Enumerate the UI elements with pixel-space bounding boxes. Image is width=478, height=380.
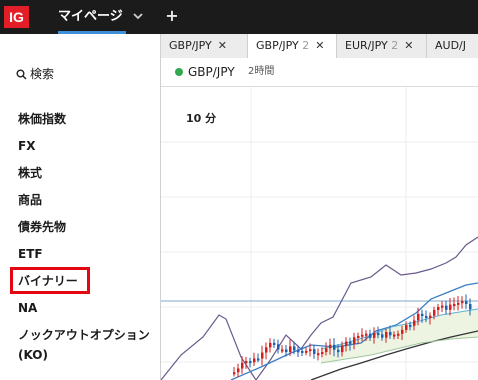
candle-body: [421, 313, 424, 317]
candle-body: [469, 303, 472, 310]
candle-body: [317, 353, 320, 356]
search-icon: [16, 69, 27, 79]
candle-body: [273, 342, 276, 345]
sidebar-item-binary[interactable]: バイナリー: [18, 273, 78, 289]
candle-body: [341, 345, 344, 353]
candle-body: [377, 333, 380, 336]
candle-body: [345, 341, 348, 346]
candle-body: [281, 349, 284, 352]
tab-label: GBP/JPY: [256, 39, 299, 52]
tab-label: EUR/JPY: [345, 39, 388, 52]
candle-body: [257, 358, 260, 361]
close-icon[interactable]: ✕: [218, 39, 227, 52]
candle-body: [393, 334, 396, 337]
candle-body: [361, 334, 364, 337]
candle-body: [253, 358, 256, 363]
candle-body: [357, 335, 360, 338]
candle-body: [453, 303, 456, 306]
tab-audjpy[interactable]: AUD/J: [427, 34, 478, 58]
candle-body: [381, 334, 384, 338]
candle-body: [465, 301, 468, 304]
candlestick-chart[interactable]: [161, 87, 478, 380]
candle-body: [233, 372, 236, 375]
chart-period[interactable]: 2時間: [248, 65, 274, 79]
chart-tab-bar: GBP/JPY ✕ GBP/JPY 2 ✕ EUR/JPY 2 ✕ AUD/J: [161, 34, 478, 59]
candle-body: [433, 310, 436, 316]
price-chart[interactable]: 10 分: [161, 87, 478, 380]
close-icon[interactable]: ✕: [404, 39, 413, 52]
sidebar-item-fx[interactable]: FX: [18, 138, 35, 154]
tab-gbpjpy-1[interactable]: GBP/JPY ✕: [161, 34, 248, 58]
candle-body: [325, 348, 328, 353]
candle-body: [417, 313, 420, 321]
candle-body: [425, 316, 428, 319]
lagging-span-line: [161, 236, 478, 380]
chart-info-bar: GBP/JPY 2時間: [161, 58, 478, 87]
sidebar-item-etf[interactable]: ETF: [18, 246, 43, 262]
candle-body: [245, 361, 248, 364]
candle-body: [429, 315, 432, 319]
ig-logo[interactable]: IG: [4, 6, 29, 28]
candle-body: [353, 337, 356, 344]
candle-body: [301, 350, 304, 353]
market-open-status-icon: [175, 68, 183, 76]
candle-body: [237, 368, 240, 373]
tab-eurjpy[interactable]: EUR/JPY 2 ✕: [337, 34, 427, 58]
candle-body: [337, 349, 340, 353]
candle-body: [329, 344, 332, 349]
candle-body: [441, 305, 444, 308]
sidebar-item-bond-futures[interactable]: 債券先物: [18, 219, 66, 235]
sidebar-item-knockout-options[interactable]: ノックアウトオプション: [18, 327, 150, 343]
candle-body: [389, 331, 392, 336]
candle-body: [241, 362, 244, 369]
candle-body: [397, 333, 400, 336]
instrument-name: GBP/JPY: [188, 65, 235, 79]
candle-body: [445, 305, 448, 310]
sidebar-item-indices[interactable]: 株価指数: [18, 111, 66, 127]
sidebar-item-na[interactable]: NA: [18, 300, 37, 316]
add-page-button[interactable]: +: [164, 5, 180, 27]
candle-body: [461, 301, 464, 304]
candle-body: [309, 349, 312, 352]
candle-body: [297, 350, 300, 353]
tab-label: GBP/JPY: [169, 39, 212, 52]
candle-body: [249, 361, 252, 364]
candle-body: [261, 352, 264, 359]
candle-body: [449, 304, 452, 310]
candle-body: [289, 346, 292, 353]
candle-body: [293, 346, 296, 351]
candle-body: [285, 349, 288, 353]
candle-body: [457, 302, 460, 305]
top-navigation-bar: IG マイページ +: [0, 0, 478, 34]
my-page-menu[interactable]: マイページ: [58, 7, 123, 27]
candle-body: [305, 350, 308, 353]
candle-body: [269, 342, 272, 348]
candle-body: [365, 333, 368, 336]
candle-body: [349, 341, 352, 344]
candle-body: [409, 324, 412, 327]
candle-body: [277, 344, 280, 350]
candle-body: [321, 352, 324, 355]
tab-label: AUD/J: [435, 39, 466, 52]
candle-body: [413, 320, 416, 326]
close-icon[interactable]: ✕: [315, 39, 324, 52]
market-sidebar: 検索 株価指数 FX 株式 商品 債券先物 ETF バイナリー NA ノックアウ…: [0, 34, 161, 380]
candle-body: [405, 324, 408, 330]
candle-body: [333, 344, 336, 350]
search-button[interactable]: 検索: [16, 66, 54, 82]
sidebar-item-commodities[interactable]: 商品: [18, 192, 42, 208]
chevron-down-icon[interactable]: [131, 9, 145, 23]
sidebar-item-knockout-abbrev[interactable]: (KO): [18, 347, 48, 363]
candle-body: [373, 333, 376, 338]
candle-body: [369, 333, 372, 338]
candle-body: [385, 331, 388, 338]
search-label: 検索: [30, 67, 55, 81]
tab-gbpjpy-2[interactable]: GBP/JPY 2 ✕: [248, 34, 337, 59]
candle-body: [401, 329, 404, 334]
candle-body: [265, 347, 268, 353]
sidebar-item-stocks[interactable]: 株式: [18, 165, 42, 181]
candle-body: [437, 307, 440, 311]
candle-body: [313, 349, 316, 354]
